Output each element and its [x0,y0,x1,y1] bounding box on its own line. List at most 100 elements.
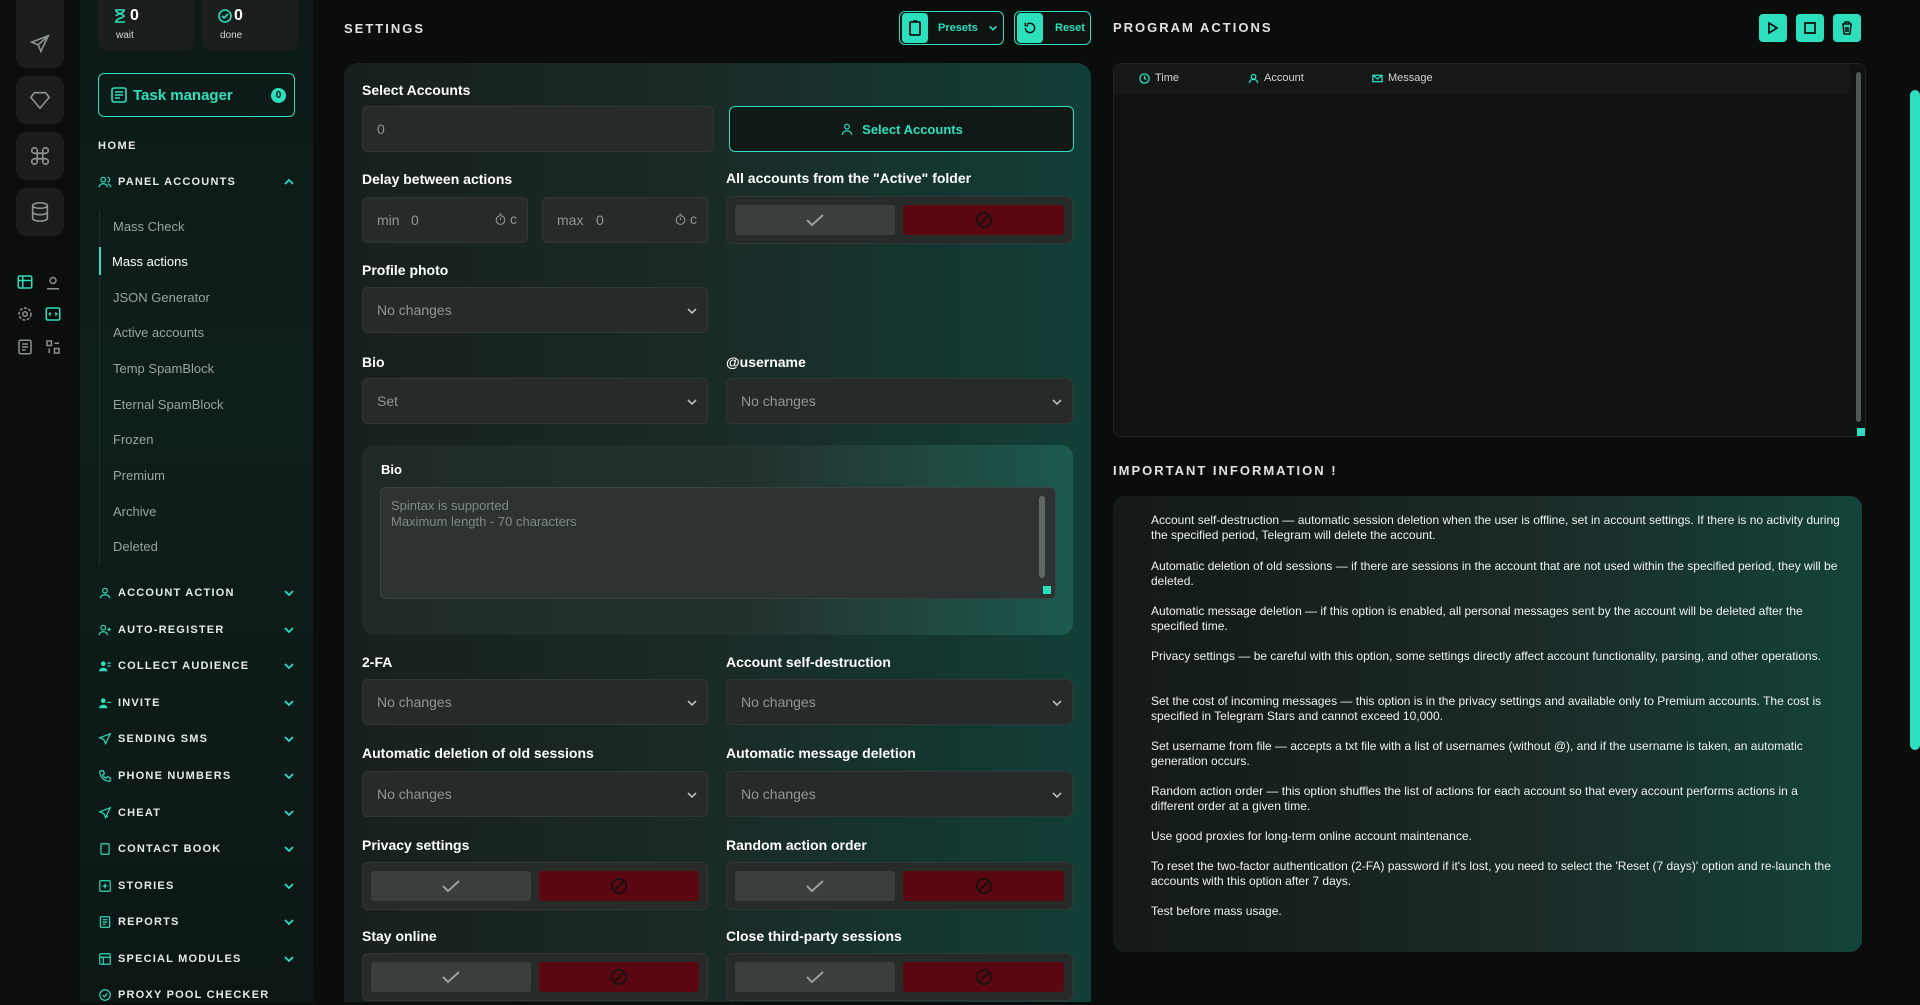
twofa-label: 2-FA [362,654,393,670]
rail-location-icon[interactable] [42,271,64,293]
page-scrollbar[interactable] [1910,90,1920,750]
nav-special-modules[interactable]: SPECIAL MODULES [98,949,295,969]
active-folder-disable-button[interactable] [903,205,1064,235]
rail-code-icon[interactable] [42,303,64,325]
stay-online-enable-button[interactable] [371,962,531,992]
bio-placeholder-line-1: Spintax is supported [391,498,509,513]
nav-invite[interactable]: INVITE [98,693,295,713]
check-icon [806,214,824,227]
ban-icon [975,211,992,229]
nav-auto-register[interactable]: AUTO-REGISTER [98,620,295,640]
close-sessions-enable-button[interactable] [735,962,895,992]
task-manager-icon [111,87,127,103]
profile-photo-select[interactable]: No changes [362,287,708,333]
nav-sub-deleted[interactable]: Deleted [100,532,300,560]
rail-command-button[interactable] [16,132,64,180]
delay-max-input[interactable]: max 0 c [542,197,708,243]
presets-label: Presets [938,22,978,34]
nav-sub-mass-check[interactable]: Mass Check [100,212,300,240]
chevron-down-icon [284,773,294,780]
chevron-down-icon [284,736,294,743]
nav-sub-temp-spamblock[interactable]: Temp SpamBlock [100,354,300,382]
check-icon [442,971,460,984]
chevron-down-icon [284,810,294,817]
rail-diamond-button[interactable] [16,76,64,124]
nav-phone-numbers[interactable]: PHONE NUMBERS [98,766,295,786]
chevron-down-icon [284,590,294,597]
nav-sub-premium[interactable]: Premium [100,461,300,489]
username-value: No changes [741,393,816,409]
check-icon [442,880,460,893]
msg-deletion-select[interactable]: No changes [726,771,1073,817]
twofa-value: No changes [377,694,452,710]
rail-database-button[interactable] [16,188,64,236]
rail-table-icon[interactable] [14,271,36,293]
rail-send-button[interactable] [16,20,64,68]
user-icon [841,123,853,135]
bio-textarea-resize-handle[interactable] [1043,586,1051,594]
nav-sub-frozen[interactable]: Frozen [100,425,300,453]
program-actions-title: PROGRAM ACTIONS [1113,20,1273,35]
nav-home[interactable]: HOME [98,140,137,152]
self-destruct-select[interactable]: No changes [726,679,1073,725]
delay-label: Delay between actions [362,171,513,187]
nav-cheat[interactable]: CHEAT [98,803,295,823]
nav-sub-eternal-spamblock[interactable]: Eternal SpamBlock [100,390,300,418]
nav-proxy-pool-checker[interactable]: PROXY POOL CHECKER [98,985,295,1005]
nav-sub-archive[interactable]: Archive [100,497,300,525]
nav-account-action[interactable]: ACCOUNT ACTION [98,583,295,603]
nav-sub-mass-actions[interactable]: Mass actions [99,247,299,275]
stay-online-disable-button[interactable] [539,962,699,992]
old-sessions-select[interactable]: No changes [362,771,708,817]
select-accounts-button[interactable]: Select Accounts [729,106,1074,152]
user-plus-icon [98,624,111,636]
chevron-down-icon [687,399,697,406]
rail-grid-icon[interactable] [42,336,64,358]
info-paragraph: Automatic deletion of old sessions — if … [1151,559,1838,588]
nav-stories[interactable]: STORIES [98,876,295,896]
timer-icon [495,213,506,225]
nav-panel-accounts-label: PANEL ACCOUNTS [118,176,237,188]
username-select[interactable]: No changes [726,378,1073,424]
privacy-disable-button[interactable] [539,871,699,901]
info-paragraph: Set username from file — accepts a txt f… [1151,739,1803,768]
chevron-down-icon [284,883,294,890]
twofa-select[interactable]: No changes [362,679,708,725]
random-order-enable-button[interactable] [735,871,895,901]
nav-sub-active-accounts[interactable]: Active accounts [100,318,300,346]
info-paragraph: To reset the two-factor authentication (… [1151,859,1831,888]
random-order-disable-button[interactable] [903,871,1064,901]
close-sessions-label: Close third-party sessions [726,928,902,944]
presets-button[interactable]: Presets [899,11,1004,45]
nav-sending-sms[interactable]: SENDING SMS [98,729,295,749]
info-paragraph: Privacy settings — be careful with this … [1151,649,1821,663]
log-scrollbar[interactable] [1856,72,1861,422]
stop-button[interactable] [1796,14,1824,42]
stop-icon [1804,22,1816,34]
active-folder-enable-button[interactable] [735,205,895,235]
start-button[interactable] [1759,14,1787,42]
rail-list-icon[interactable] [14,336,36,358]
bio-select[interactable]: Set [362,378,708,424]
task-manager-button[interactable]: Task manager 0 [98,73,295,117]
nav-sub-json-generator[interactable]: JSON Generator [100,283,300,311]
log-resize-handle[interactable] [1857,428,1865,436]
clear-log-button[interactable] [1833,14,1861,42]
close-sessions-disable-button[interactable] [903,962,1064,992]
delay-min-input[interactable]: min 0 c [362,197,528,243]
active-folder-toggle [726,196,1073,244]
reset-button[interactable]: Reset [1014,11,1091,45]
nav-collect-audience[interactable]: COLLECT AUDIENCE [98,656,295,676]
bio-textarea[interactable]: Spintax is supported Maximum length - 70… [380,487,1056,599]
delay-min-label: min [377,212,400,228]
rail-gear-icon[interactable] [14,303,36,325]
nav-panel-accounts[interactable]: PANEL ACCOUNTS [98,172,295,192]
trash-icon [1842,21,1852,35]
bio-textarea-scrollbar[interactable] [1039,496,1045,578]
nav-contact-book[interactable]: CONTACT BOOK [98,839,295,859]
privacy-enable-button[interactable] [371,871,531,901]
select-accounts-count: 0 [362,106,714,152]
random-order-label: Random action order [726,837,867,853]
nav-reports[interactable]: REPORTS [98,912,295,932]
mail-icon [1372,74,1383,82]
